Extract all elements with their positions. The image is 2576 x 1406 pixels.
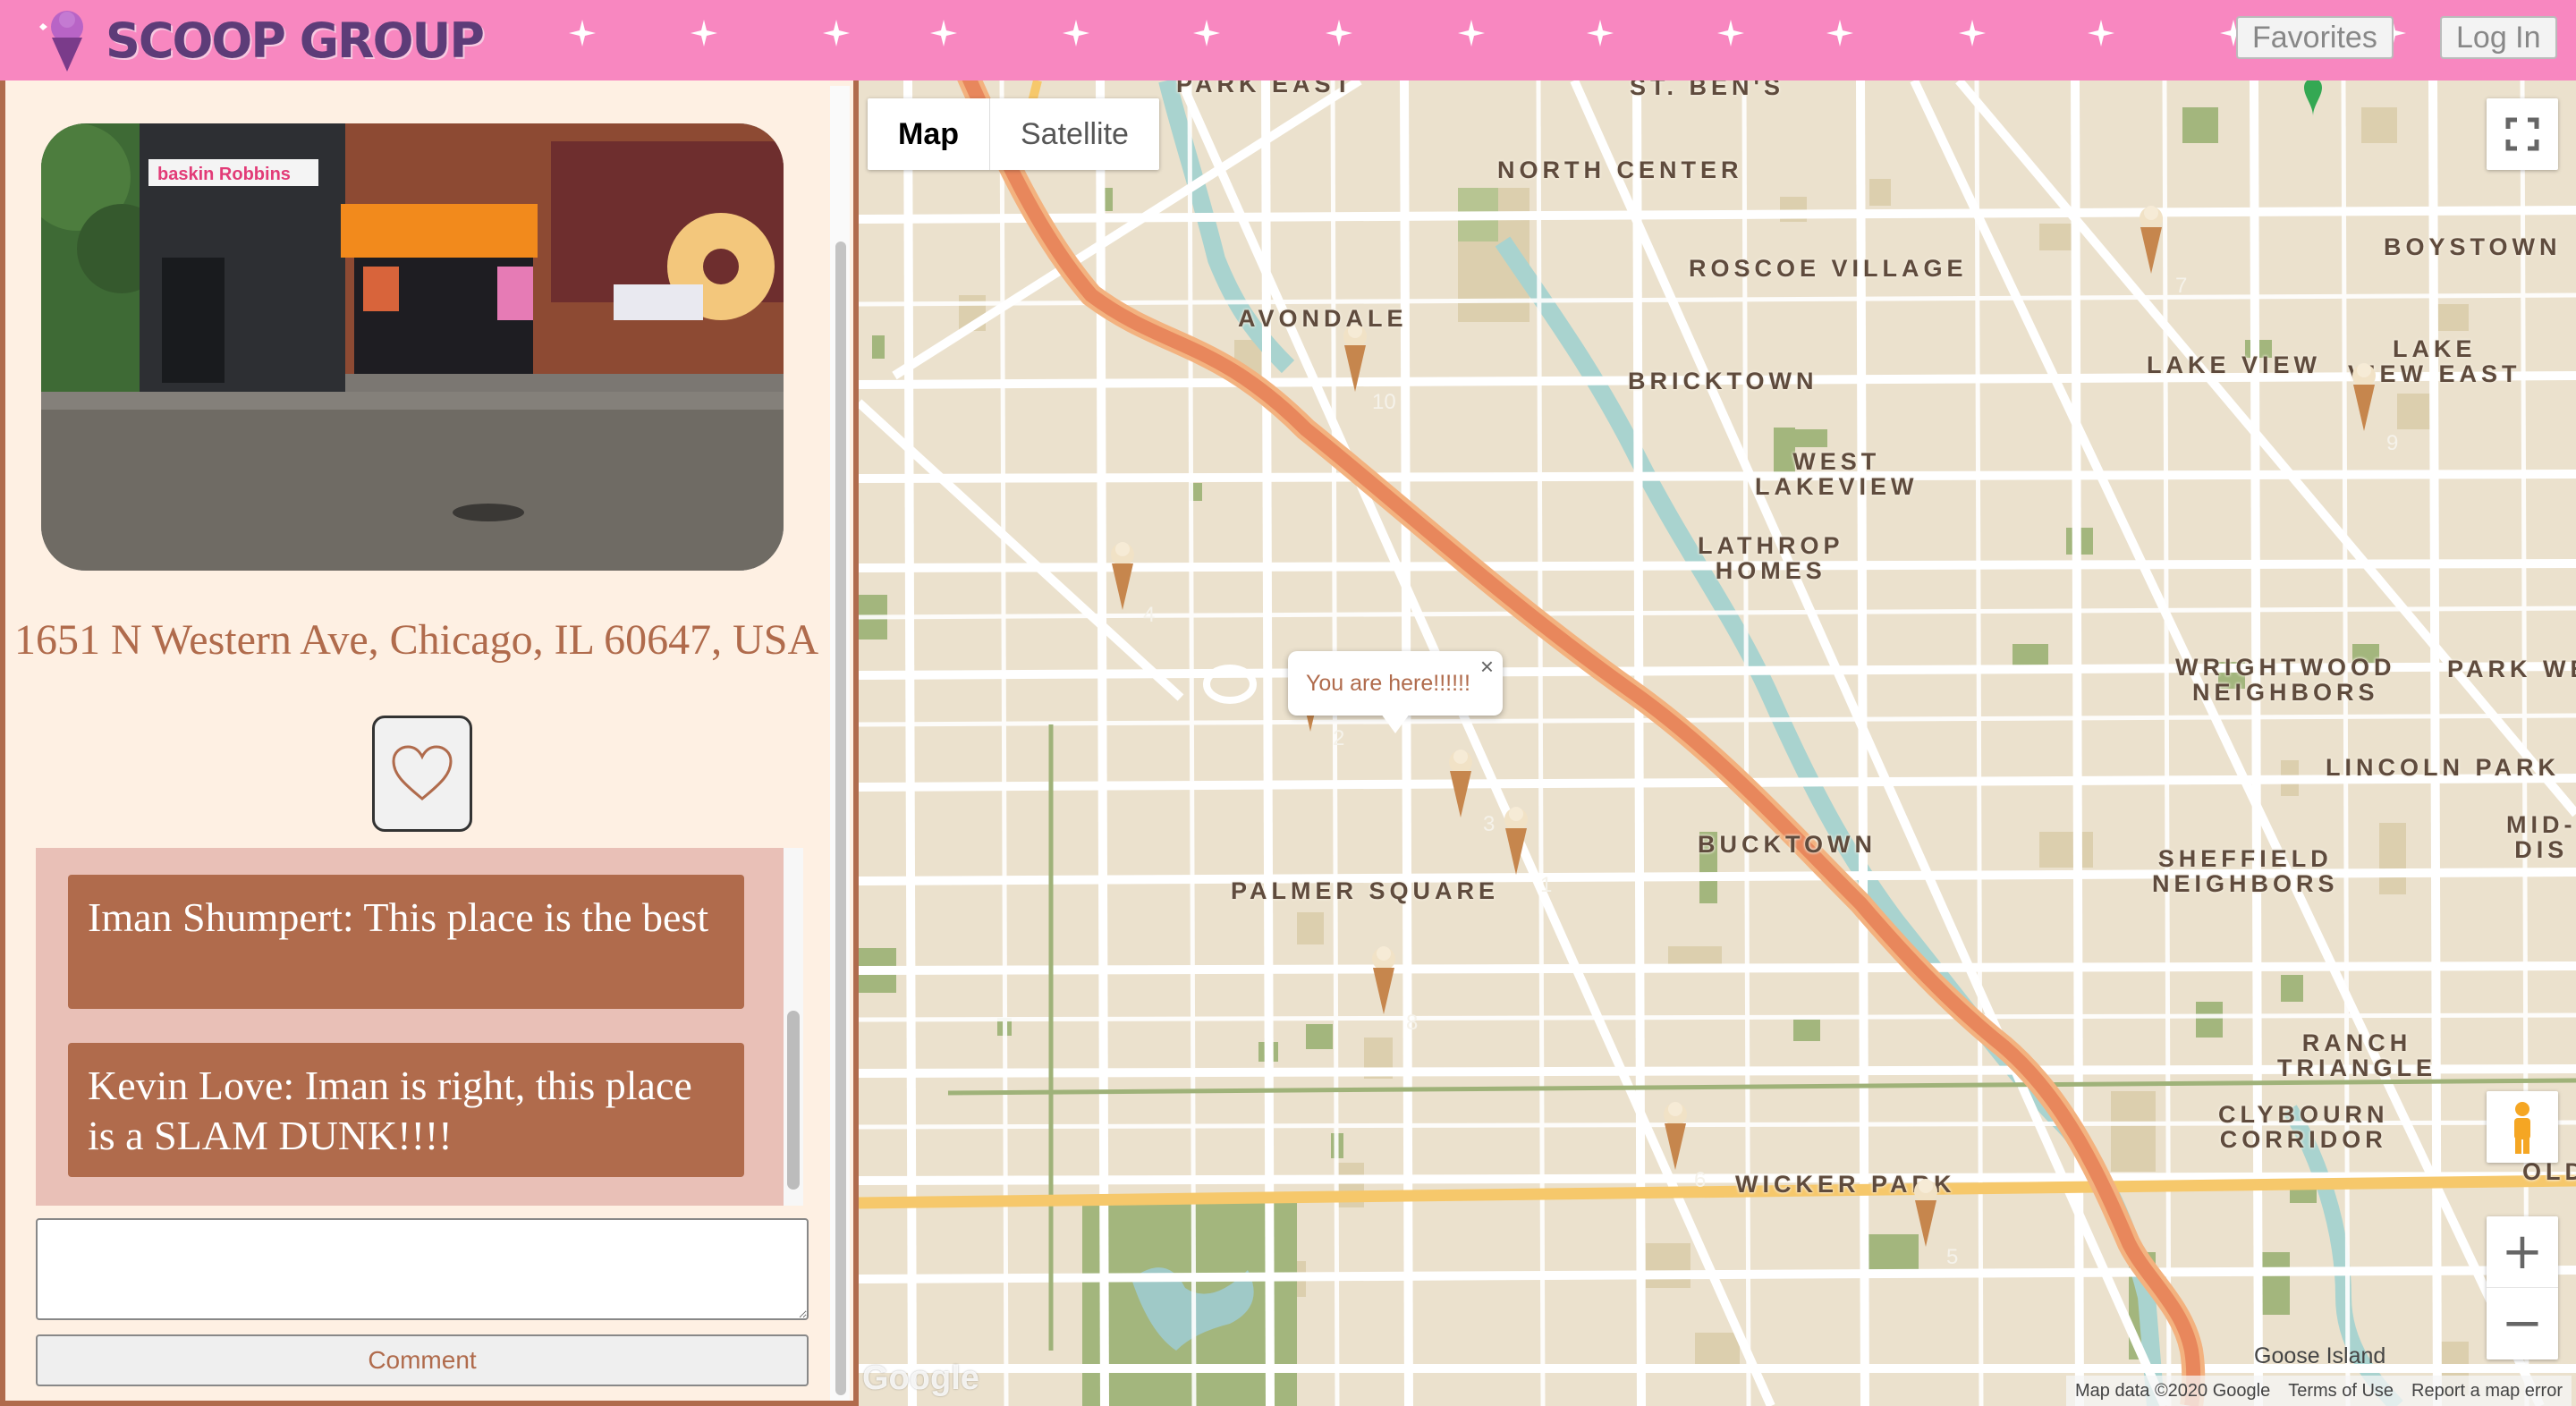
- ice-cream-marker-icon[interactable]: [2349, 361, 2379, 433]
- marker-number: 1: [1540, 873, 1553, 897]
- neighborhood-label: Goose Island: [2254, 1343, 2386, 1368]
- comment-item: Kevin Love: Iman is right, this place is…: [68, 1043, 744, 1177]
- zoom-in-button[interactable]: +: [2487, 1216, 2558, 1288]
- sparkle-icon: [1587, 20, 1614, 47]
- neighborhood-label: WRIGHTWOOD NEIGHBORS: [2175, 654, 2396, 706]
- login-button[interactable]: Log In: [2440, 16, 2557, 59]
- map-data-attribution[interactable]: Map data ©2020 Google: [2066, 1376, 2279, 1406]
- you-are-here-popup: You are here!!!!!! ×: [1288, 651, 1503, 733]
- neighborhood-label: OLD: [2522, 1158, 2576, 1185]
- fullscreen-icon: [2505, 117, 2539, 151]
- ice-cream-marker-icon[interactable]: [1911, 1177, 1941, 1249]
- logo[interactable]: SCOOP GROUP: [39, 7, 485, 73]
- neighborhood-label: MID- DIS: [2506, 811, 2576, 863]
- zoom-out-button[interactable]: −: [2487, 1288, 2558, 1359]
- ice-cream-marker-icon[interactable]: [1107, 540, 1138, 612]
- marker-number: 10: [1372, 390, 1396, 414]
- comment-button[interactable]: Comment: [36, 1334, 809, 1386]
- neighborhood-label: PARK WE: [2447, 656, 2576, 682]
- zoom-control: + −: [2487, 1216, 2558, 1359]
- neighborhood-label: BOYSTOWN: [2384, 233, 2562, 260]
- neighborhood-label: AVONDALE: [1238, 305, 1408, 332]
- sparkle-icon: [1326, 20, 1352, 47]
- fullscreen-button[interactable]: [2487, 98, 2558, 170]
- neighborhood-label: LINCOLN PARK: [2326, 754, 2560, 781]
- neighborhood-label: NORTH CENTER: [1497, 157, 1743, 183]
- sparkle-icon: [1959, 20, 1986, 47]
- ice-cream-logo-icon: [39, 11, 83, 72]
- neighborhood-label: WEST LAKEVIEW: [1755, 448, 1919, 500]
- popup-tail: [1381, 714, 1410, 733]
- top-header: SCOOP GROUP Favorites Log In: [0, 0, 2576, 80]
- google-logo[interactable]: Google: [862, 1359, 979, 1398]
- ice-cream-marker-icon[interactable]: [1445, 748, 1476, 819]
- map-type-satellite-button[interactable]: Satellite: [990, 98, 1159, 170]
- marker-number: 5: [1946, 1245, 1959, 1269]
- neighborhood-label: CLYBOURN CORRIDOR: [2218, 1101, 2389, 1153]
- neighborhood-label: ST. BEN'S: [1630, 80, 1784, 100]
- neighborhood-label: RANCH TRIANGLE: [2277, 1029, 2436, 1081]
- marker-number: 3: [1483, 812, 1496, 836]
- street-view-pegman[interactable]: [2487, 1091, 2558, 1163]
- marker-number: 2: [1333, 726, 1345, 750]
- pegman-icon: [2514, 1102, 2530, 1154]
- map-type-map-button[interactable]: Map: [868, 98, 990, 170]
- sparkle-icon: [1458, 20, 1485, 47]
- neighborhood-label: LAKE VIEW: [2147, 352, 2322, 378]
- store-sidebar: baskin Robbins 1651 N Western Ave, Chica…: [0, 80, 859, 1406]
- sparkle-icon: [569, 20, 596, 47]
- svg-text:baskin Robbins: baskin Robbins: [157, 165, 291, 184]
- comments-scrollbar-thumb[interactable]: [787, 1011, 800, 1190]
- comment-input[interactable]: [36, 1218, 809, 1320]
- map-footer: Map data ©2020 Google Terms of Use Repor…: [2066, 1376, 2572, 1406]
- map-view[interactable]: Map Satellite PARK EAST ST. BEN'S NORTH …: [859, 80, 2576, 1406]
- sparkle-icon: [691, 20, 717, 47]
- ice-cream-marker-icon[interactable]: [1340, 322, 1370, 394]
- neighborhood-label: BUCKTOWN: [1698, 831, 1877, 858]
- popup-text: You are here!!!!!!: [1306, 671, 1470, 696]
- sparkle-icon: [823, 20, 850, 47]
- neighborhood-label: BRICKTOWN: [1628, 368, 1818, 394]
- sidebar-scrollbar-thumb[interactable]: [835, 241, 846, 1395]
- report-map-error-link[interactable]: Report a map error: [2402, 1376, 2572, 1406]
- heart-outline-icon: [392, 745, 453, 800]
- ice-cream-marker-icon[interactable]: [1368, 944, 1399, 1016]
- popup-close-icon[interactable]: ×: [1480, 653, 1494, 681]
- comment-item: Iman Shumpert: This place is the best: [68, 875, 744, 1009]
- marker-number: 6: [1694, 1168, 1707, 1192]
- sparkle-icon: [1826, 20, 1853, 47]
- favorites-button[interactable]: Favorites: [2236, 16, 2394, 59]
- terms-of-use-link[interactable]: Terms of Use: [2279, 1376, 2402, 1406]
- neighborhood-label: PARK EAST: [1176, 80, 1355, 97]
- store-address: 1651 N Western Ave, Chicago, IL 60647, U…: [14, 616, 819, 664]
- ice-cream-marker-icon[interactable]: [1660, 1100, 1690, 1172]
- sparkle-icon: [1063, 20, 1089, 47]
- sparkle-icon: [1193, 20, 1220, 47]
- neighborhood-label: LATHROP HOMES: [1698, 532, 1844, 584]
- neighborhood-label: ROSCOE VILLAGE: [1689, 255, 1968, 282]
- comments-list: Iman Shumpert: This place is the best Ke…: [36, 848, 784, 1206]
- marker-number: 7: [2175, 274, 2188, 298]
- neighborhood-label: SHEFFIELD NEIGHBORS: [2152, 845, 2339, 897]
- ice-cream-marker-icon[interactable]: [2136, 204, 2166, 275]
- sparkle-icon: [1717, 20, 1744, 47]
- favorite-heart-button[interactable]: [372, 716, 472, 832]
- map-type-control[interactable]: Map Satellite: [868, 98, 1159, 170]
- marker-number: 9: [2386, 431, 2399, 455]
- store-photo: baskin Robbins: [41, 123, 784, 571]
- storefront-image: baskin Robbins: [41, 123, 784, 571]
- ice-cream-marker-icon[interactable]: [1501, 805, 1531, 877]
- marker-number: 4: [1143, 603, 1156, 627]
- neighborhood-label: PALMER SQUARE: [1231, 877, 1500, 904]
- sparkle-icon: [930, 20, 957, 47]
- logo-text: SCOOP GROUP: [106, 12, 485, 69]
- marker-number: 8: [1406, 1011, 1419, 1035]
- sparkle-icon: [2088, 20, 2114, 47]
